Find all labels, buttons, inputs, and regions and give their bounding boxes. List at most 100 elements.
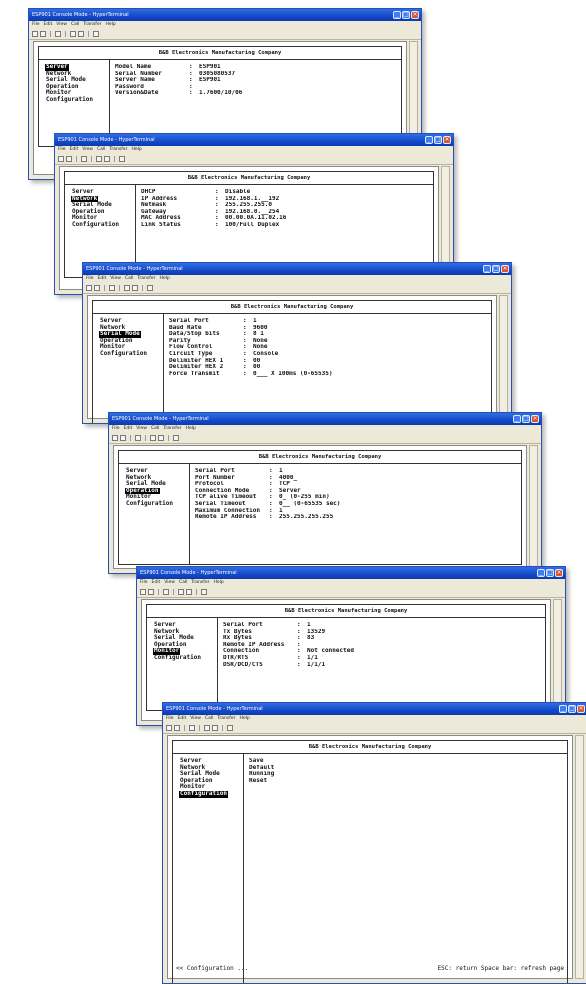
field-row[interactable]: Remote IP Address:: [223, 641, 541, 649]
field-row[interactable]: Netmask:255.255.255.0: [141, 202, 429, 209]
menu-item-call[interactable]: Call: [125, 276, 133, 281]
minimize-icon[interactable]: _: [537, 569, 545, 577]
field-row[interactable]: Parity: None: [169, 337, 487, 345]
side-menu-item-configuration[interactable]: Configuration: [179, 790, 228, 798]
menu-item-file[interactable]: File: [58, 147, 66, 152]
close-icon[interactable]: ×: [411, 11, 419, 19]
open-icon[interactable]: [174, 725, 180, 731]
field-row[interactable]: Link Status:100/Full Duplex: [141, 221, 429, 229]
terminal-screen[interactable]: B&B Electronics Manufacturing Company Ser…: [113, 445, 527, 569]
menu-item-help[interactable]: Help: [159, 276, 169, 281]
field-row[interactable]: Data/Stop bits:8 1: [169, 331, 487, 338]
field-row[interactable]: DTR/RTS:1/1: [223, 654, 541, 662]
vertical-scrollbar[interactable]: [499, 295, 508, 419]
field-row[interactable]: Port Number:4000_: [195, 474, 517, 482]
menu-item-transfer[interactable]: Transfer: [217, 716, 235, 721]
close-icon[interactable]: ×: [501, 265, 509, 273]
terminal-screen[interactable]: B&B Electronics Manufacturing Company Ser…: [167, 735, 573, 983]
title-bar[interactable]: ESP901 Console Mode - HyperTerminal _ □ ×: [55, 134, 453, 146]
menu-item-transfer[interactable]: Transfer: [137, 276, 155, 281]
send-icon[interactable]: [150, 435, 156, 441]
title-bar[interactable]: ESP901 Console Mode - HyperTerminal _ □ ×: [137, 567, 565, 579]
title-bar[interactable]: ESP901 Console Mode - HyperTerminal _ □ ×: [29, 9, 421, 21]
field-row[interactable]: Tx Bytes:13529: [223, 628, 541, 636]
receive-icon[interactable]: [132, 285, 138, 291]
field-row[interactable]: Password:: [115, 83, 397, 91]
open-icon[interactable]: [94, 285, 100, 291]
field-row[interactable]: Force Transmit:0___ X 100ms (0-65535): [169, 370, 487, 378]
maximize-icon[interactable]: □: [492, 265, 500, 273]
send-icon[interactable]: [96, 156, 102, 162]
field-row[interactable]: Maximum Connection:1: [195, 507, 517, 515]
menu-item-edit[interactable]: Edit: [152, 580, 161, 585]
maximize-icon[interactable]: □: [402, 11, 410, 19]
receive-icon[interactable]: [212, 725, 218, 731]
field-row[interactable]: Save: [249, 758, 563, 765]
side-menu-item-configuration[interactable]: Configuration: [153, 654, 202, 662]
console-window[interactable]: ESP901 Console Mode - HyperTerminal _ □ × Fi…: [108, 412, 542, 574]
open-icon[interactable]: [148, 589, 154, 595]
open-icon[interactable]: [120, 435, 126, 441]
properties-icon[interactable]: [227, 725, 233, 731]
menu-item-view[interactable]: View: [164, 580, 175, 585]
disconnect-icon[interactable]: [109, 285, 115, 291]
side-menu-item-configuration[interactable]: Configuration: [71, 221, 120, 229]
title-bar[interactable]: ESP901 Console Mode - HyperTerminal _ □ ×: [109, 413, 541, 425]
disconnect-icon[interactable]: [81, 156, 87, 162]
close-icon[interactable]: ×: [555, 569, 563, 577]
field-row[interactable]: Delimiter HEX 1:00: [169, 357, 487, 365]
new-icon[interactable]: [32, 31, 38, 37]
field-row[interactable]: MAC Address:00.00.0A.11.02.16: [141, 215, 429, 222]
new-icon[interactable]: [140, 589, 146, 595]
field-row[interactable]: Flow Control: None: [169, 344, 487, 351]
field-row[interactable]: Connection Mode: Server: [195, 487, 517, 495]
field-row[interactable]: Protocol: TCP: [195, 481, 517, 488]
menu-item-file[interactable]: File: [112, 426, 120, 431]
menu-item-transfer[interactable]: Transfer: [163, 426, 181, 431]
minimize-icon[interactable]: _: [559, 705, 567, 713]
menu-item-call[interactable]: Call: [151, 426, 159, 431]
menu-item-view[interactable]: View: [56, 22, 67, 27]
minimize-icon[interactable]: _: [425, 136, 433, 144]
field-row[interactable]: Serial Port:1: [195, 467, 517, 475]
menu-item-call[interactable]: Call: [205, 716, 213, 721]
menu-item-help[interactable]: Help: [105, 22, 115, 27]
menu-item-help[interactable]: Help: [131, 147, 141, 152]
menu-item-help[interactable]: Help: [239, 716, 249, 721]
field-row[interactable]: IP Address:192.168.1.__192: [141, 195, 429, 203]
menu-item-call[interactable]: Call: [71, 22, 79, 27]
open-icon[interactable]: [66, 156, 72, 162]
field-row[interactable]: Serial Port:1: [169, 317, 487, 325]
field-row[interactable]: Model Name: ESP901: [115, 63, 397, 71]
menu-item-transfer[interactable]: Transfer: [191, 580, 209, 585]
menu-item-edit[interactable]: Edit: [124, 426, 133, 431]
field-row[interactable]: Rx Bytes:83: [223, 635, 541, 642]
console-window[interactable]: ESP901 Console Mode - HyperTerminal _ □ × Fi…: [82, 262, 512, 424]
new-icon[interactable]: [58, 156, 64, 162]
field-row[interactable]: DHCP: Disable: [141, 188, 429, 196]
maximize-icon[interactable]: □: [568, 705, 576, 713]
menu-item-view[interactable]: View: [82, 147, 93, 152]
send-icon[interactable]: [204, 725, 210, 731]
menu-item-edit[interactable]: Edit: [178, 716, 187, 721]
field-row[interactable]: Delimiter HEX 2:00: [169, 364, 487, 371]
menu-item-file[interactable]: File: [166, 716, 174, 721]
receive-icon[interactable]: [158, 435, 164, 441]
properties-icon[interactable]: [201, 589, 207, 595]
field-row[interactable]: Baud Rate:9600: [169, 324, 487, 332]
maximize-icon[interactable]: □: [434, 136, 442, 144]
close-icon[interactable]: ×: [577, 705, 585, 713]
close-icon[interactable]: ×: [443, 136, 451, 144]
menu-item-file[interactable]: File: [86, 276, 94, 281]
send-icon[interactable]: [70, 31, 76, 37]
field-row[interactable]: TCP alive Timeout:0_ (0-255 min): [195, 494, 517, 501]
field-row[interactable]: Remote IP Address:255.255.255.255: [195, 514, 517, 521]
menu-item-transfer[interactable]: Transfer: [109, 147, 127, 152]
properties-icon[interactable]: [147, 285, 153, 291]
properties-icon[interactable]: [119, 156, 125, 162]
side-menu-item-configuration[interactable]: Configuration: [99, 350, 148, 358]
menu-item-file[interactable]: File: [140, 580, 148, 585]
field-row[interactable]: Gateway:192.168.0.__254: [141, 208, 429, 216]
disconnect-icon[interactable]: [55, 31, 61, 37]
menu-item-view[interactable]: View: [136, 426, 147, 431]
